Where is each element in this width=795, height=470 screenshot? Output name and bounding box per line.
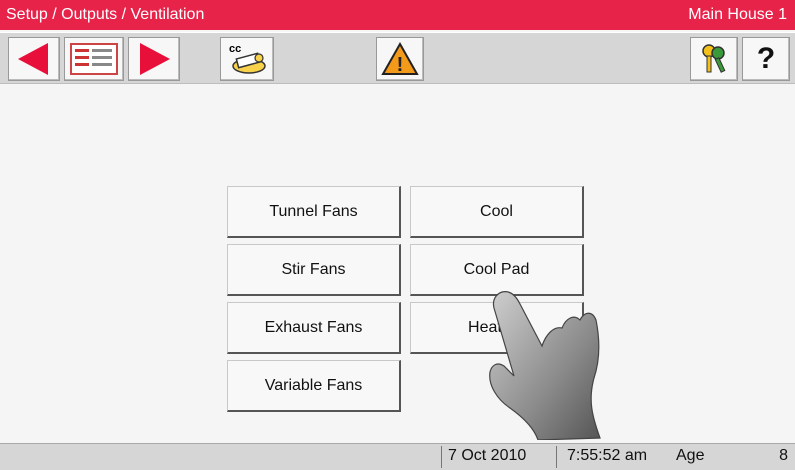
arrow-left-icon (18, 43, 48, 75)
list-icon (70, 43, 118, 75)
previous-button[interactable] (8, 37, 60, 81)
age-label: Age (676, 447, 705, 464)
climate-control-button[interactable]: cc (220, 37, 274, 81)
date-text: 7 Oct 2010 (448, 447, 527, 464)
age-value: 8 (779, 447, 788, 464)
date-cell: 7 Oct 2010 (441, 446, 550, 468)
warning-glyph: ! (397, 54, 404, 76)
warning-icon: ! (381, 41, 419, 76)
help-button[interactable]: ? (742, 37, 790, 81)
tunnel-fans-button[interactable]: Tunnel Fans (227, 186, 401, 238)
pointing-hand-icon (489, 291, 601, 440)
climate-label: cc (229, 43, 241, 55)
menu-list-button[interactable] (64, 37, 124, 81)
time-text: 7:55:52 am (567, 447, 648, 464)
arrow-right-icon (140, 43, 170, 75)
cool-pad-button[interactable]: Cool Pad (410, 244, 584, 296)
keys-icon (702, 44, 726, 73)
keys-button[interactable] (690, 37, 738, 81)
help-icon: ? (756, 42, 776, 75)
ventilation-menu: Tunnel Fans Cool Stir Fans Cool Pad Exha… (0, 84, 795, 439)
alarm-button[interactable]: ! (376, 37, 424, 81)
title-bar: Setup / Outputs / Ventilation Main House… (0, 0, 795, 30)
age-cell: Age 8 (676, 446, 788, 468)
next-button[interactable] (128, 37, 180, 81)
cool-button[interactable]: Cool (410, 186, 584, 238)
toolbar: cc ! ? (0, 32, 795, 84)
time-cell: 7:55:52 am (556, 446, 677, 468)
exhaust-fans-button[interactable]: Exhaust Fans (227, 302, 401, 354)
variable-fans-button[interactable]: Variable Fans (227, 360, 401, 412)
status-bar: 7 Oct 2010 7:55:52 am Age 8 (0, 443, 795, 470)
stir-fans-button[interactable]: Stir Fans (227, 244, 401, 296)
cc-chick-icon: cc (229, 43, 266, 74)
house-name: Main House 1 (688, 6, 787, 23)
breadcrumb: Setup / Outputs / Ventilation (6, 6, 205, 23)
